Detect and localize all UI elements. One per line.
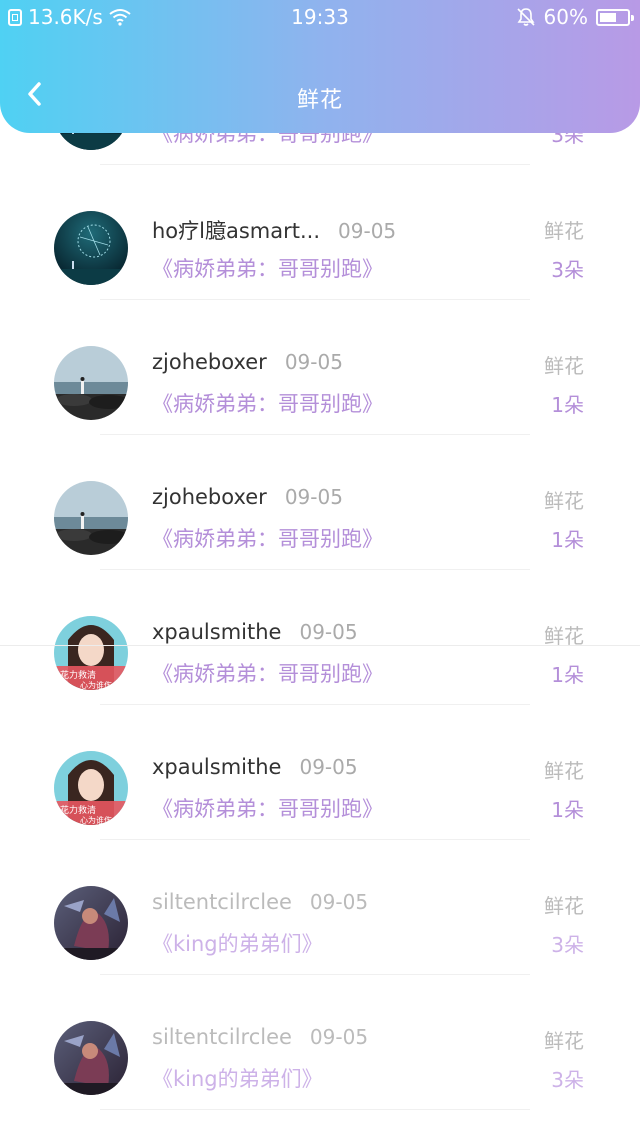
date: 09-05 xyxy=(309,1025,369,1049)
list-item[interactable]: zjoheboxer 09-05 《病娇弟弟：哥哥别跑》 鲜花 1朵 xyxy=(0,435,640,570)
avatar[interactable] xyxy=(54,886,128,960)
book-title: 《病娇弟弟：哥哥别跑》 xyxy=(152,392,383,416)
gift-type: 鲜花 xyxy=(544,354,584,378)
avatar[interactable] xyxy=(54,346,128,420)
book-title: 《病娇弟弟：哥哥别跑》 xyxy=(152,527,383,551)
gift-type: 鲜花 xyxy=(544,1029,584,1053)
status-right: 60% xyxy=(516,5,634,29)
book-title: 《病娇弟弟：哥哥别跑》 xyxy=(152,257,383,281)
page-title: 鲜花 xyxy=(296,88,343,113)
book-title: 《病娇弟弟：哥哥别跑》 xyxy=(152,662,383,686)
gift-count: 3朵 xyxy=(551,258,584,282)
flower-gift-list: ho疗l臆asmart... 09-05 《病娇弟弟：哥哥别跑》 鲜花 3朵 ho… xyxy=(0,76,640,1110)
gift-type: 鲜花 xyxy=(544,219,584,243)
list-item[interactable]: 花力救清 心为谁伤 xpaulsmithe 09-05 《病娇弟弟：哥哥别跑》 鲜花… xyxy=(0,570,640,705)
svg-text:心为谁伤: 心为谁伤 xyxy=(80,680,112,690)
date: 09-05 xyxy=(299,755,358,779)
gift-count: 3朵 xyxy=(551,933,584,957)
user-name-text: siltentcilrclee xyxy=(152,1025,292,1049)
list-item[interactable]: ho疗l臆asmart... 09-05 《病娇弟弟：哥哥别跑》 鲜花 3朵 xyxy=(0,165,640,300)
status-bar: 13.6K/s 19:33 60% xyxy=(0,0,640,36)
date: 09-05 xyxy=(338,219,397,243)
date: 09-05 xyxy=(284,485,343,509)
user-name: xpaulsmithe 09-05 xyxy=(152,755,358,779)
gift-count: 1朵 xyxy=(551,393,584,417)
user-name-text: zjoheboxer xyxy=(152,350,267,374)
list-item[interactable]: siltentcilrclee 09-05 《king的弟弟们》 鲜花 3朵 xyxy=(0,975,640,1110)
user-name-text: xpaulsmithe xyxy=(152,620,282,644)
user-name-text: xpaulsmithe xyxy=(152,755,282,779)
svg-text:花力救清: 花力救清 xyxy=(60,669,96,681)
user-name: siltentcilrclee 09-05 xyxy=(152,890,368,914)
user-name: zjoheboxer 09-05 xyxy=(152,485,343,509)
avatar[interactable]: 花力救清 心为谁伤 xyxy=(54,751,128,825)
user-name-text: siltentcilrclee xyxy=(152,890,292,914)
battery-percent: 60% xyxy=(543,5,588,29)
book-title: 《病娇弟弟：哥哥别跑》 xyxy=(152,797,383,821)
bell-muted-icon xyxy=(516,8,535,26)
book-title: 《king的弟弟们》 xyxy=(152,1067,323,1091)
gift-count: 1朵 xyxy=(551,663,584,687)
gift-type: 鲜花 xyxy=(544,894,584,918)
user-name: siltentcilrclee 09-05 xyxy=(152,1025,368,1049)
date: 09-05 xyxy=(284,350,343,374)
svg-text:心为谁伤: 心为谁伤 xyxy=(80,815,112,825)
user-name-text: ho疗l臆asmart... xyxy=(152,219,321,243)
date: 09-05 xyxy=(309,890,369,914)
user-name: ho疗l臆asmart... 09-05 xyxy=(152,215,396,245)
gift-count: 3朵 xyxy=(551,1068,584,1092)
avatar[interactable] xyxy=(54,211,128,285)
avatar[interactable] xyxy=(54,481,128,555)
book-title: 《king的弟弟们》 xyxy=(152,932,323,956)
gift-count: 1朵 xyxy=(551,798,584,822)
section-divider xyxy=(0,645,640,646)
list-item[interactable]: siltentcilrclee 09-05 《king的弟弟们》 鲜花 3朵 xyxy=(0,840,640,975)
avatar[interactable] xyxy=(54,1021,128,1095)
user-name-text: zjoheboxer xyxy=(152,485,267,509)
svg-text:花力救清: 花力救清 xyxy=(60,804,96,816)
user-name: xpaulsmithe 09-05 xyxy=(152,620,358,644)
battery-icon xyxy=(596,8,634,26)
date: 09-05 xyxy=(299,620,358,644)
gift-type: 鲜花 xyxy=(544,759,584,783)
gift-count: 1朵 xyxy=(551,528,584,552)
gift-type: 鲜花 xyxy=(544,489,584,513)
list-item[interactable]: 花力救清 心为谁伤 xpaulsmithe 09-05 《病娇弟弟：哥哥别跑》 鲜花… xyxy=(0,705,640,840)
avatar[interactable]: 花力救清 心为谁伤 xyxy=(54,616,128,690)
row-divider xyxy=(100,1109,530,1110)
app-header: 13.6K/s 19:33 60% 鲜花 xyxy=(0,0,640,133)
list-item[interactable]: zjoheboxer 09-05 《病娇弟弟：哥哥别跑》 鲜花 1朵 xyxy=(0,300,640,435)
user-name: zjoheboxer 09-05 xyxy=(152,350,343,374)
